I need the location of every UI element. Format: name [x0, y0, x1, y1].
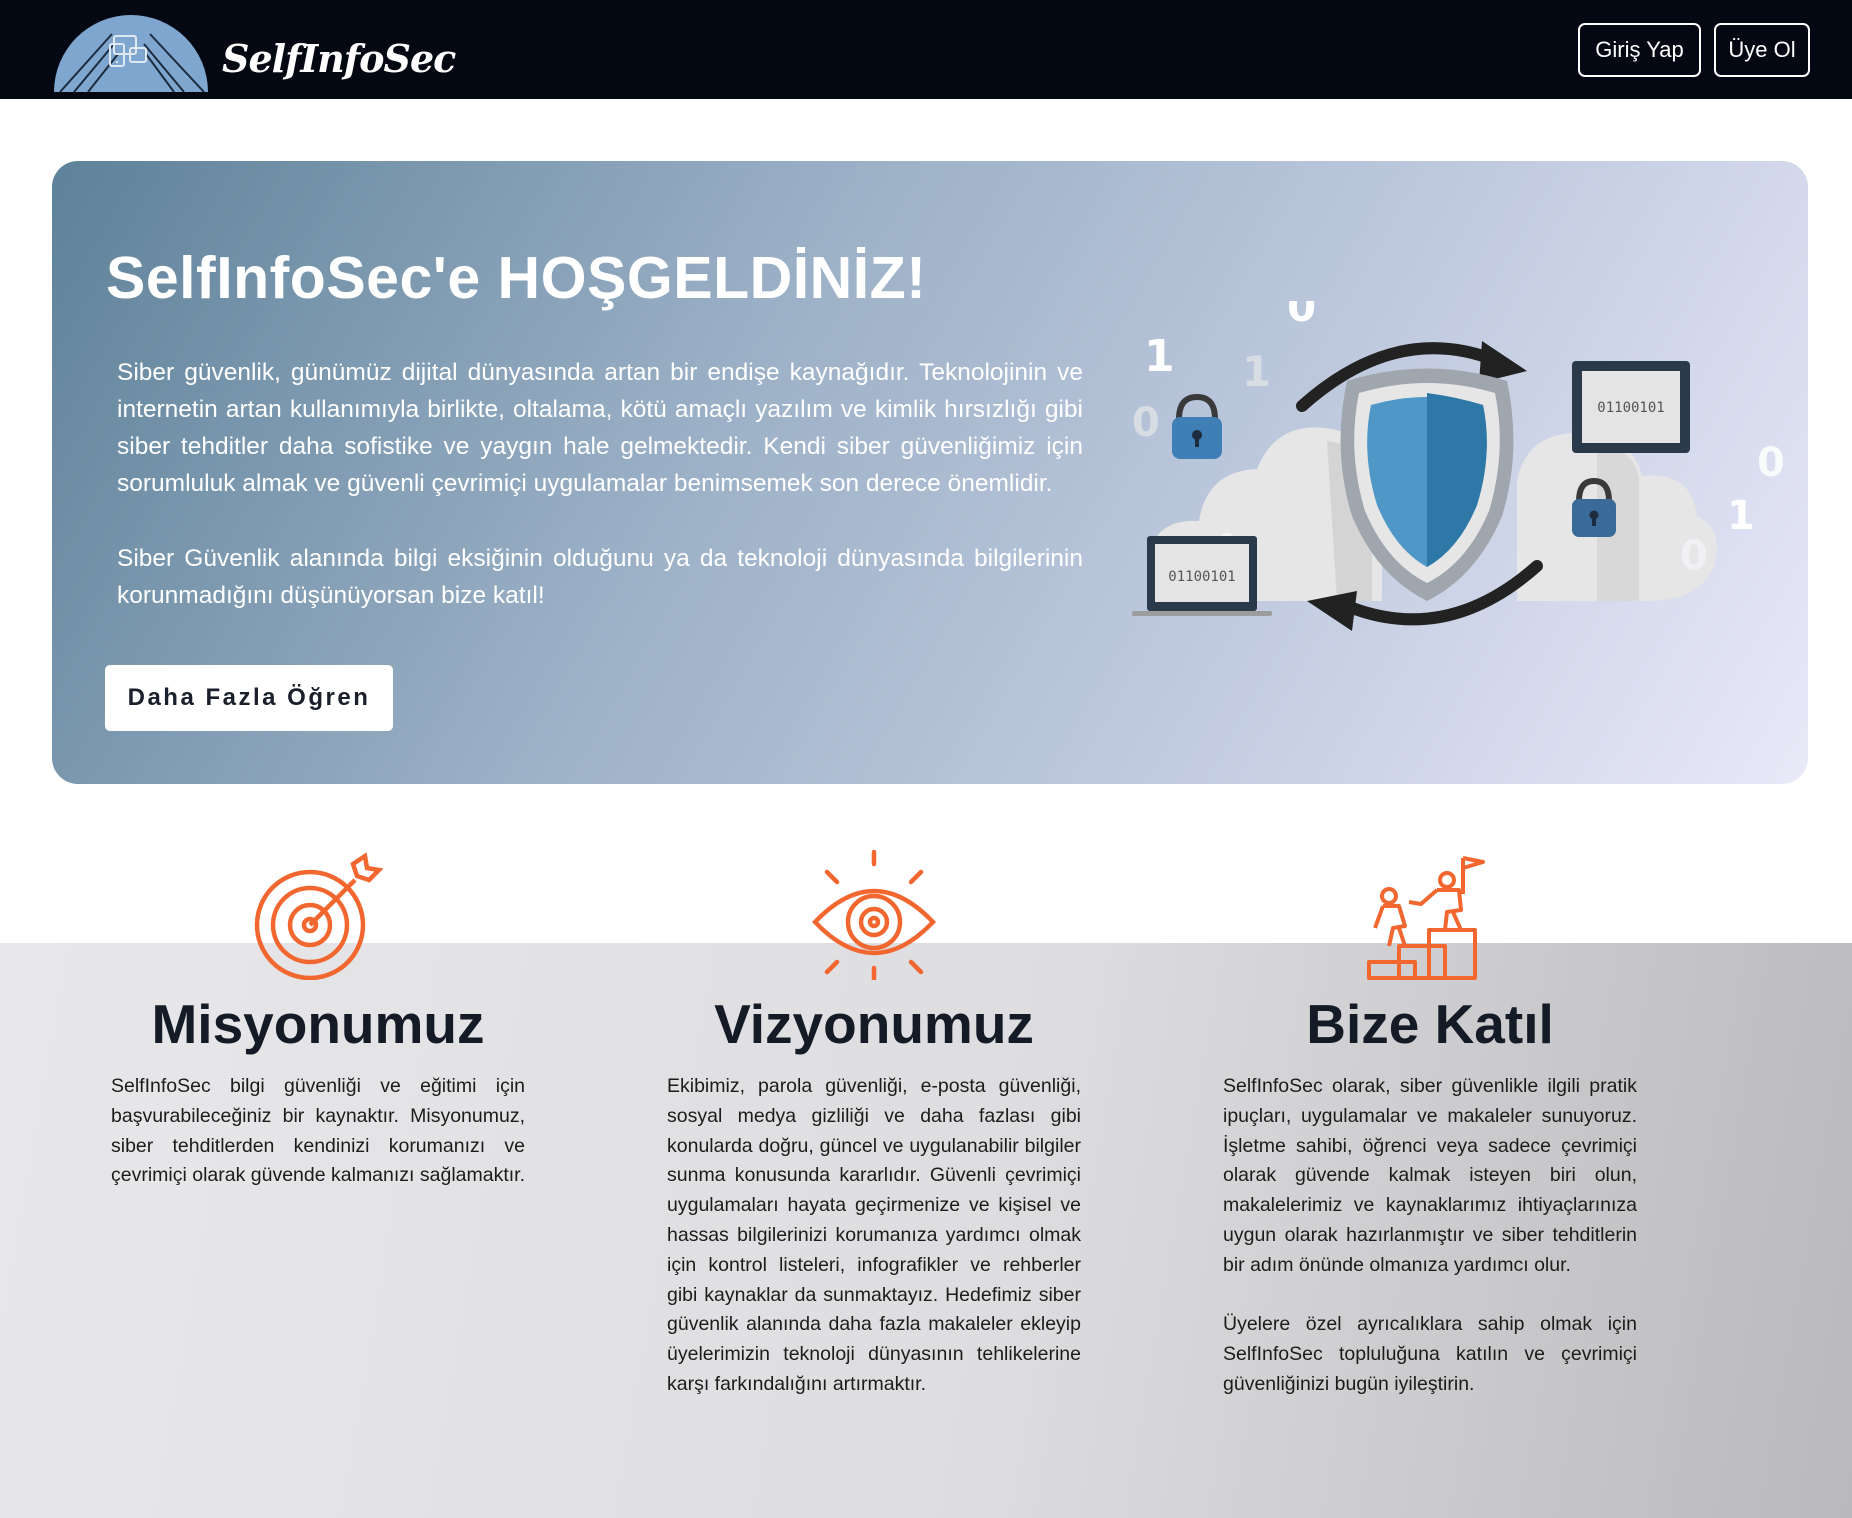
feature-paragraph: Üyelere özel ayrıcalıklara sahip olmak i… [1223, 1313, 1637, 1395]
learn-more-button[interactable]: Daha Fazla Öğren [105, 665, 393, 731]
feature-text: SelfInfoSec bilgi güvenliği ve eğitimi i… [111, 1072, 525, 1191]
padlock-icon [1172, 393, 1222, 459]
feature-title: Bize Katıl [1306, 993, 1554, 1055]
logo-badge[interactable] [54, 14, 208, 92]
login-button[interactable]: Giriş Yap [1578, 23, 1701, 77]
brand-name[interactable]: SelfInfoSec [222, 36, 456, 81]
svg-text:0: 0 [1757, 440, 1785, 486]
hero-paragraph: Siber güvenlik, günümüz dijital dünyasın… [117, 359, 1083, 497]
hero-banner: SelfInfoSec'e HOŞGELDİNİZ! Siber güvenli… [52, 161, 1808, 784]
eye-icon [811, 850, 937, 980]
feature-mission: Misyonumuz SelfInfoSec bilgi güvenliği v… [111, 850, 525, 1191]
feature-title: Vizyonumuz [714, 993, 1034, 1055]
monitor-icon: 01100101 [1572, 361, 1690, 453]
svg-text:01100101: 01100101 [1168, 569, 1235, 585]
feature-paragraph: SelfInfoSec olarak, siber güvenlikle ilg… [1223, 1075, 1637, 1276]
svg-text:0: 0 [1132, 400, 1160, 446]
hero-paragraph: Siber Güvenlik alanında bilgi eksiğinin … [117, 545, 1083, 609]
svg-text:1: 1 [1727, 493, 1755, 539]
register-button[interactable]: Üye Ol [1714, 23, 1810, 77]
svg-text:1: 1 [1144, 331, 1175, 382]
feature-join: Bize Katıl SelfInfoSec olarak, siber güv… [1223, 850, 1637, 1400]
navbar: SelfInfoSec Giriş Yap Üye Ol [0, 0, 1852, 99]
devices-icon [54, 15, 208, 92]
svg-text:0: 0 [1680, 533, 1708, 579]
feature-text: Ekibimiz, parola güvenliği, e-posta güve… [667, 1072, 1081, 1400]
svg-text:0: 0 [1287, 301, 1316, 331]
svg-text:1: 1 [1242, 347, 1271, 396]
feature-text: SelfInfoSec olarak, siber güvenlikle ilg… [1223, 1072, 1637, 1400]
feature-paragraph: SelfInfoSec bilgi güvenliği ve eğitimi i… [111, 1075, 526, 1187]
svg-text:01100101: 01100101 [1597, 400, 1664, 416]
team-climb-icon [1367, 856, 1485, 980]
laptop-icon: 01100101 [1132, 536, 1272, 616]
feature-title: Misyonumuz [151, 993, 485, 1055]
feature-vision: Vizyonumuz Ekibimiz, parola güvenliği, e… [667, 850, 1081, 1400]
feature-paragraph: Ekibimiz, parola güvenliği, e-posta güve… [667, 1075, 1081, 1395]
target-icon [254, 852, 383, 980]
security-cloud-illustration: 01100101 01100101 1 0 1 0 0 1 0 [1132, 301, 1785, 631]
hero-title: SelfInfoSec'e HOŞGELDİNİZ! [106, 245, 927, 311]
